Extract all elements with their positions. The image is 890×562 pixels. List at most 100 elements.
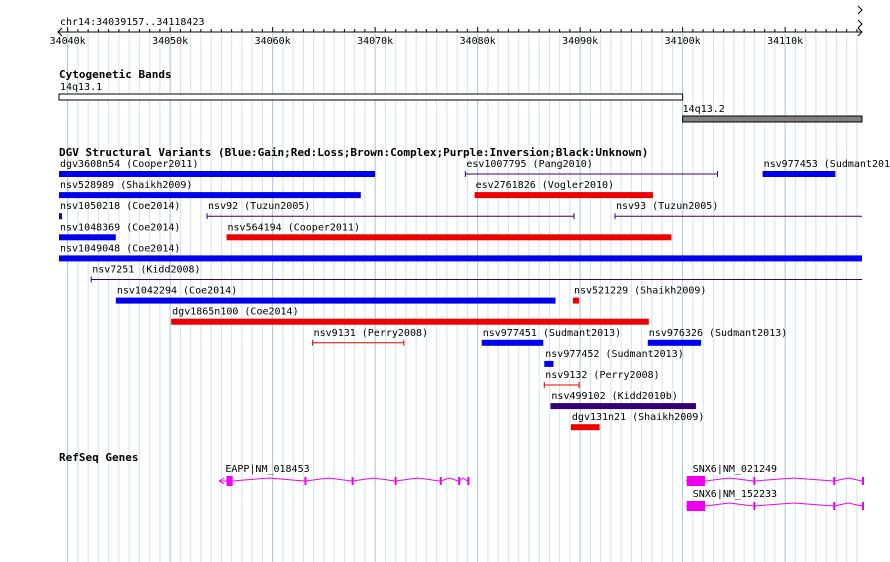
dgv-variant-label: nsv1048369 (Coe2014) [60, 222, 180, 233]
cytoband-label: 14q13.2 [683, 104, 725, 115]
dgv-variant-bar[interactable] [115, 297, 556, 304]
refseq-exon[interactable] [833, 502, 836, 510]
dgv-variant-bar[interactable] [59, 171, 376, 177]
refseq-genes: EAPP|NM_018453 SNX6|NM_021249 SNX6|NM_1522… [218, 464, 864, 511]
dgv-variant[interactable]: nsv528989 (Shaikh2009) [59, 180, 361, 199]
dgv-variant[interactable]: nsv9131 (Perry2008) [312, 328, 428, 346]
dgv-variant-label: nsv1042294 (Coe2014) [117, 286, 237, 297]
refseq-track: RefSeq Genes EAPP|NM_018453 SNX6|NM_02124… [59, 451, 864, 511]
ruler-tick-label: 34060k [255, 36, 291, 47]
dgv-variant[interactable]: esv2761826 (Vogler2010) [474, 180, 653, 199]
dgv-variant-label: dgv3608n54 (Cooper2011) [60, 159, 198, 170]
refseq-exon[interactable] [753, 502, 756, 510]
refseq-exon[interactable] [467, 477, 470, 485]
ruler-tick-label: 34110k [767, 36, 803, 47]
cytoband-track-title: Cytogenetic Bands [59, 68, 172, 81]
ruler-tick-label: 34090k [562, 36, 598, 47]
dgv-track-title: DGV Structural Variants (Blue:Gain;Red:L… [59, 146, 648, 159]
dgv-variant-label: nsv977451 (Sudmant2013) [483, 328, 621, 339]
dgv-variant-label: esv1007795 (Pang2010) [466, 159, 592, 170]
dgv-variant[interactable]: nsv977453 (Sudmant2013) [762, 159, 890, 177]
refseq-track-title: RefSeq Genes [59, 451, 138, 464]
dgv-variant-bar[interactable] [171, 318, 649, 325]
dgv-variant[interactable]: nsv976326 (Sudmant2013) [647, 328, 787, 346]
ruler-tick-label: 34070k [357, 36, 393, 47]
ruler-tick-label: 34080k [460, 36, 496, 47]
dgv-variant-label: nsv93 (Tuzun2005) [616, 201, 718, 212]
dgv-variant[interactable]: dgv3608n54 (Cooper2011) [59, 159, 376, 177]
dgv-variants: dgv3608n54 (Cooper2011) esv1007795 (Pang2… [59, 159, 890, 431]
refseq-exon[interactable] [833, 477, 836, 485]
cytoband-bands: 14q13.1 14q13.2 [58, 82, 863, 123]
dgv-variant-label: nsv1049048 (Coe2014) [60, 243, 180, 254]
dgv-variant-bar[interactable] [572, 297, 580, 304]
dgv-variant[interactable]: nsv1048369 (Coe2014) [59, 222, 180, 241]
dgv-variant-label: nsv564194 (Cooper2011) [228, 222, 360, 233]
dgv-variant-bar[interactable] [550, 403, 696, 410]
refseq-exon[interactable] [226, 476, 233, 486]
dgv-variant[interactable]: nsv977452 (Sudmant2013) [544, 349, 684, 367]
dgv-variant-label: nsv499102 (Kidd2010b) [551, 391, 677, 402]
dgv-variant-bar[interactable] [544, 360, 554, 367]
dgv-variant-label: nsv977452 (Sudmant2013) [545, 349, 683, 360]
dgv-variant[interactable]: nsv93 (Tuzun2005) [614, 201, 862, 220]
dgv-variant-bar[interactable] [59, 192, 361, 199]
dgv-variant-label: nsv9131 (Perry2008) [314, 328, 428, 339]
region-label: chr14:34039157..34118423 [60, 17, 205, 28]
dgv-variant-label: nsv976326 (Sudmant2013) [649, 328, 787, 339]
dgv-variant-bar[interactable] [59, 234, 116, 241]
cytoband[interactable] [682, 115, 863, 123]
refseq-exon[interactable] [686, 501, 706, 511]
refseq-exon[interactable] [862, 502, 864, 510]
refseq-exon[interactable] [439, 477, 442, 485]
refseq-exon[interactable] [304, 477, 307, 485]
refseq-gene-label: EAPP|NM_018453 [225, 464, 309, 475]
refseq-exon[interactable] [753, 477, 756, 485]
cytoband[interactable] [58, 93, 684, 101]
ruler-tick-label: 34040k [50, 36, 86, 47]
dgv-variant[interactable]: nsv9132 (Perry2008) [543, 370, 660, 388]
genome-browser-view: chr14:34039157..34118423 34040k 34050k 340… [0, 0, 890, 562]
dgv-variant-label: nsv92 (Tuzun2005) [208, 201, 310, 212]
dgv-variant-bar[interactable] [59, 255, 862, 262]
dgv-variant-label: nsv1050218 (Coe2014) [60, 201, 180, 212]
dgv-variant[interactable]: dgv1865n100 (Coe2014) [171, 307, 649, 325]
dgv-variant-bar[interactable] [647, 339, 702, 346]
dgv-variant-bar[interactable] [762, 171, 836, 177]
dgv-variant-bar[interactable] [226, 234, 672, 241]
refseq-gene-label: SNX6|NM_152233 [693, 489, 777, 500]
dgv-variant-label: nsv521229 (Shaikh2009) [574, 286, 706, 297]
refseq-gene-label: SNX6|NM_021249 [693, 464, 777, 475]
dgv-variant-label: nsv528989 (Shaikh2009) [60, 180, 192, 191]
refseq-exon[interactable] [686, 476, 706, 486]
dgv-variant[interactable]: nsv499102 (Kidd2010b) [550, 391, 696, 410]
dgv-variant[interactable]: esv1007795 (Pang2010) [464, 159, 718, 177]
dgv-variant-bar[interactable] [481, 339, 544, 346]
browser-canvas: chr14:34039157..34118423 34040k 34050k 340… [50, 5, 890, 562]
refseq-exon[interactable] [394, 477, 397, 485]
dgv-variant-bar[interactable] [59, 213, 62, 220]
ruler-tick-label: 34050k [152, 36, 188, 47]
dgv-track: DGV Structural Variants (Blue:Gain;Red:L… [59, 146, 890, 431]
refseq-exon[interactable] [458, 477, 461, 485]
dgv-variant-label: esv2761826 (Vogler2010) [476, 180, 614, 191]
dgv-variant[interactable]: nsv7251 (Kidd2008) [90, 265, 862, 283]
ruler: chr14:34039157..34118423 34040k 34050k 340… [50, 5, 863, 47]
dgv-variant[interactable]: dgv131n21 (Shaikh2009) [570, 412, 704, 431]
dgv-variant-bar[interactable] [570, 424, 600, 431]
refseq-exon[interactable] [351, 477, 354, 485]
dgv-variant[interactable]: nsv1042294 (Coe2014) [115, 286, 556, 304]
dgv-variant-bar[interactable] [474, 192, 653, 199]
dgv-variant[interactable]: nsv564194 (Cooper2011) [226, 222, 672, 241]
cytoband-label: 14q13.1 [60, 82, 102, 93]
refseq-exon[interactable] [862, 477, 864, 485]
dgv-variant[interactable]: nsv1049048 (Coe2014) [59, 243, 862, 262]
dgv-variant-label: nsv977453 (Sudmant2013) [764, 159, 890, 170]
dgv-variant-label: nsv7251 (Kidd2008) [92, 265, 200, 276]
ruler-tick-label: 34100k [665, 36, 701, 47]
dgv-variant[interactable]: nsv1050218 (Coe2014) [59, 201, 180, 220]
dgv-variant-label: nsv9132 (Perry2008) [545, 370, 659, 381]
cytoband-track: Cytogenetic Bands 14q13.1 14q13.2 [58, 68, 863, 123]
dgv-variant[interactable]: nsv521229 (Shaikh2009) [572, 286, 706, 304]
ruler-ticks: 34040k 34050k 34060k 34070k 34080k 34090k 3410… [50, 27, 858, 47]
